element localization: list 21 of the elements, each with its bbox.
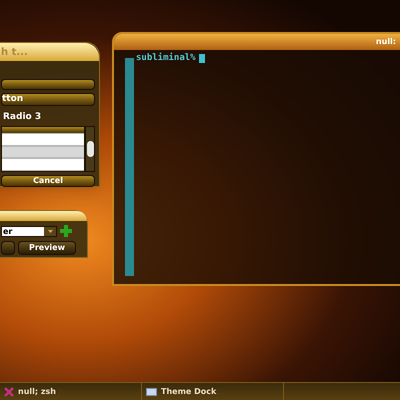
list-row[interactable] [2, 158, 84, 172]
plus-icon[interactable] [60, 225, 72, 237]
toolbar-button[interactable] [1, 79, 95, 90]
caret-icon [44, 226, 56, 236]
shell-prompt: subliminal% [136, 52, 196, 65]
terminal-scrollbar[interactable] [125, 58, 134, 276]
combo-box[interactable]: er [1, 226, 57, 236]
x-icon [4, 386, 14, 396]
taskbar-item[interactable]: Theme Dock [142, 383, 284, 400]
toolbar-button[interactable] [1, 241, 15, 255]
cancel-button[interactable]: Cancel [1, 175, 95, 187]
scrollbar[interactable] [85, 126, 95, 172]
window-title: null: [376, 36, 396, 48]
text-cursor [198, 54, 205, 63]
scrollbar-thumb[interactable] [86, 141, 94, 157]
preview-button[interactable]: Preview [18, 241, 76, 255]
taskbar-item[interactable]: null; zsh [0, 383, 142, 400]
radio-label: Radio 3 [2, 113, 42, 122]
window-title: h t... [1, 46, 28, 60]
window-icon [146, 388, 157, 396]
action-button[interactable]: tton [1, 93, 95, 106]
